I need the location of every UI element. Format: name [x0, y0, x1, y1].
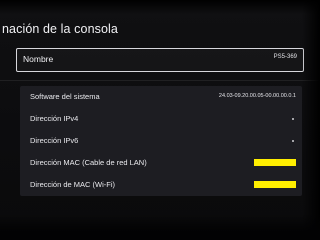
redaction-bar: [254, 159, 296, 166]
info-row-mac-wifi: Dirección de MAC (Wi-Fi): [20, 174, 302, 196]
info-label: Software del sistema: [30, 92, 100, 101]
info-value: 24.03-09.20.00.05-00.00.00.0.1: [218, 93, 296, 99]
info-row-system-software: Software del sistema 24.03-09.20.00.05-0…: [20, 86, 302, 108]
empty-value-dot: [292, 140, 294, 142]
console-name-row[interactable]: Nombre PS5-369: [16, 48, 304, 72]
system-info-panel: Software del sistema 24.03-09.20.00.05-0…: [20, 86, 302, 196]
section-divider: [0, 80, 320, 81]
info-label: Dirección MAC (Cable de red LAN): [30, 158, 147, 167]
info-row-ipv4: Dirección IPv4: [20, 108, 302, 130]
console-name-value: PS5-369: [273, 54, 297, 60]
info-row-mac-lan: Dirección MAC (Cable de red LAN): [20, 152, 302, 174]
screen-bezel-bottom: [0, 214, 320, 240]
empty-value-dot: [292, 118, 294, 120]
page-title: nación de la consola: [2, 22, 118, 36]
info-row-ipv6: Dirección IPv6: [20, 130, 302, 152]
console-info-screen: nación de la consola Nombre PS5-369 Soft…: [0, 0, 320, 240]
redaction-bar: [254, 181, 296, 188]
console-name-label: Nombre: [23, 54, 54, 64]
screen-bezel-right: [302, 0, 320, 240]
screen-bezel-top: [0, 0, 320, 14]
info-label: Dirección IPv6: [30, 136, 79, 145]
info-label: Dirección de MAC (Wi-Fi): [30, 180, 116, 189]
info-label: Dirección IPv4: [30, 114, 79, 123]
